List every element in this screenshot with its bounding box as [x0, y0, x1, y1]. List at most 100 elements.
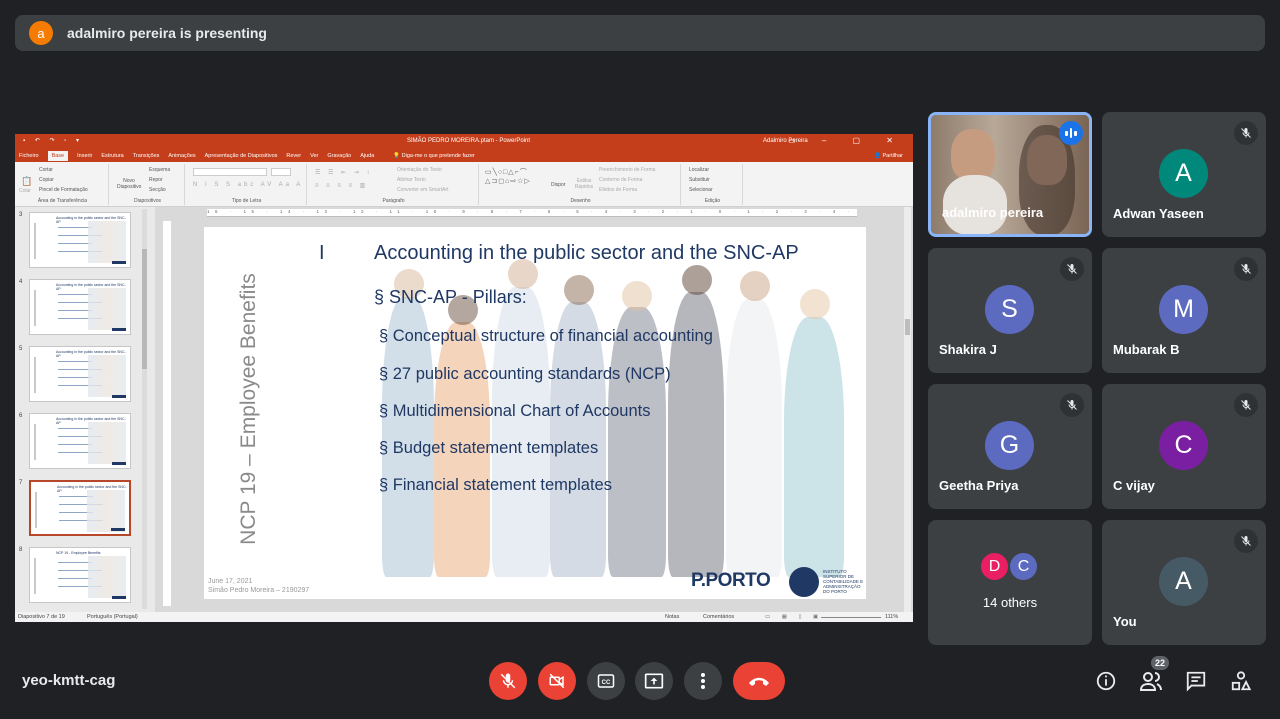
- participant-tile-you[interactable]: A You: [1102, 520, 1266, 645]
- thumbnail-number: 5: [19, 346, 23, 352]
- speaking-indicator-icon: [1059, 121, 1083, 145]
- avatar: S: [985, 285, 1034, 334]
- chat-button[interactable]: [1183, 668, 1209, 694]
- slide-thumbnail[interactable]: Accounting in the public sector and the …: [29, 346, 131, 402]
- font-group-label: Tipo de Letra: [231, 198, 262, 204]
- slide-thumbnail[interactable]: Accounting in the public sector and the …: [29, 413, 131, 469]
- thumbnail-graphic: [112, 328, 126, 331]
- tab-base: Base: [47, 150, 69, 161]
- camera-toggle-button[interactable]: [538, 662, 576, 700]
- figure-6-head: [682, 265, 712, 295]
- tab-animacoes: Animações: [168, 152, 196, 159]
- slide-thumbnail[interactable]: Accounting in the public sector and the …: [29, 480, 131, 536]
- text-direction-label: Orientação do Texto: [397, 167, 442, 173]
- pporto-emblem-icon: [789, 567, 819, 597]
- slide-thumbnail[interactable]: Accounting in the public sector and the …: [29, 212, 131, 268]
- tab-apresentacao: Apresentação de Diapositivos: [204, 152, 278, 159]
- presenting-text: adalmiro pereira is presenting: [67, 25, 267, 41]
- people-button[interactable]: [1138, 668, 1164, 694]
- thumbnail-text-line: [58, 243, 92, 244]
- meeting-info-button[interactable]: [1093, 668, 1119, 694]
- editor-scroll-thumb: [905, 319, 910, 335]
- slide-footer: June 17, 2021 Simão Pedro Moreira – 2190…: [208, 577, 309, 595]
- copy-label: Copiar: [39, 177, 54, 183]
- thumbnail-number: 8: [19, 547, 23, 553]
- participant-count-badge: 22: [1151, 656, 1169, 670]
- more-options-button[interactable]: [684, 662, 722, 700]
- editing-group-label: Edição: [704, 198, 721, 204]
- participant-tile-shakira[interactable]: S Shakira J: [928, 248, 1092, 373]
- thumbnail-text-line: [58, 377, 92, 378]
- avatar: A: [1159, 149, 1208, 198]
- editor-scrollbar: [904, 207, 911, 612]
- avatar: A: [1159, 557, 1208, 606]
- mic-toggle-button[interactable]: [489, 662, 527, 700]
- ppt-title-bar: ▪ ↶ ↷ ▫ ▾ SIMÃO PEDRO MOREIRA.ptam - Pow…: [15, 134, 913, 149]
- thumbnail-text-line: [58, 227, 92, 228]
- slide-thumbnail-pane: 3 Accounting in the public sector and the…: [15, 207, 155, 612]
- thumbnail-number: 7: [19, 480, 23, 486]
- participant-name: C vijay: [1113, 478, 1155, 493]
- horizontal-ruler: 16 · 15 · 14 · 13 · 12 · 11 · 10 · 9 · 8…: [207, 209, 857, 217]
- thumbnail-scroll-thumb: [142, 249, 147, 369]
- mic-off-icon: [1060, 257, 1084, 281]
- others-tile[interactable]: D C 14 others: [928, 520, 1092, 645]
- thumbnail-text-line: [58, 310, 92, 311]
- new-slide-label: Novo Diapositivo: [117, 178, 142, 190]
- font-group: N I S S abc AV Aa A Tipo de Letra: [187, 164, 307, 205]
- captions-button[interactable]: CC: [587, 662, 625, 700]
- participant-name: Shakira J: [939, 342, 997, 357]
- info-icon: [1096, 671, 1116, 691]
- slide-count: Diapositivo 7 de 19: [18, 614, 65, 620]
- presenting-banner: a adalmiro pereira is presenting: [15, 15, 1265, 51]
- participant-tile-geetha[interactable]: G Geetha Priya: [928, 384, 1092, 509]
- participant-tile-adwan[interactable]: A Adwan Yaseen: [1102, 112, 1266, 237]
- thumbnail-graphic: [88, 221, 126, 263]
- slide-bullet: § 27 public accounting standards (NCP): [379, 365, 671, 383]
- people-icon: [1139, 672, 1162, 691]
- thumbnail-graphic: [88, 422, 126, 464]
- participant-name: You: [1113, 614, 1137, 629]
- tab-rever: Rever: [286, 152, 302, 159]
- tell-me-box: 💡 Diga-me o que pretende fazer: [393, 152, 475, 159]
- smartart-label: Converter em SmartArt: [397, 187, 449, 193]
- paragraph-group: ☰ ☰ ⇤ ⇥ ↕ ≡ ≡ ≡ ≡ ▥ Orientação do Texto …: [309, 164, 479, 205]
- figure-5-head: [622, 281, 652, 311]
- present-screen-button[interactable]: [635, 662, 673, 700]
- more-vert-icon: [701, 673, 705, 689]
- activities-button[interactable]: [1228, 668, 1254, 694]
- participant-tile-mubarak[interactable]: M Mubarak B: [1102, 248, 1266, 373]
- slide-thumbnail[interactable]: Accounting in the public sector and the …: [29, 279, 131, 335]
- thumbnail-graphic: [112, 462, 126, 465]
- thumbnail-graphic: [112, 596, 126, 599]
- share-button: 👤 Partilhar: [874, 152, 903, 159]
- ppt-ribbon: 📋 Colar Cortar Copiar Pincel de Formataç…: [15, 162, 913, 207]
- paste-label: Colar: [19, 188, 31, 194]
- mic-off-icon: [1234, 529, 1258, 553]
- participant-tile-adalmiro[interactable]: adalmiro pereira: [928, 112, 1092, 237]
- slide-editor: 16 · 15 · 14 · 13 · 12 · 11 · 10 · 9 · 8…: [155, 207, 913, 612]
- ppt-window-title: SIMÃO PEDRO MOREIRA.ptam - PowerPoint: [407, 138, 531, 144]
- shape-outline-label: Contorno de Forma: [599, 177, 643, 183]
- font-name-input: [193, 168, 267, 176]
- ppt-workspace: 3 Accounting in the public sector and the…: [15, 207, 913, 612]
- pporto-logo: P.PORTO: [691, 570, 771, 591]
- thumbnail-text-line: [58, 361, 92, 362]
- presenter-avatar: a: [29, 21, 53, 45]
- thumbnail-graphic: [88, 355, 126, 397]
- leave-call-button[interactable]: [733, 662, 785, 700]
- slides-group: Novo Diapositivo Esquema Repor Secção Di…: [111, 164, 185, 205]
- meeting-code: yeo-kmtt-cag: [22, 672, 116, 689]
- thumbnail-text-line: [58, 294, 92, 295]
- tab-transicoes: Transições: [132, 152, 160, 159]
- participant-tile-cvijay[interactable]: C C vijay: [1102, 384, 1266, 509]
- slide-bullet: § Multidimensional Chart of Accounts: [379, 402, 651, 420]
- figure-5: [608, 307, 666, 577]
- ppt-status-bar: Diapositivo 7 de 19 Português (Portugal)…: [15, 612, 913, 622]
- thumbnail-number: 6: [19, 413, 23, 419]
- slide-thumbnail[interactable]: NCP 19 - Employee Benefits: [29, 547, 131, 603]
- vertical-ruler: [163, 221, 171, 606]
- svg-text:CC: CC: [602, 680, 611, 686]
- thumbnail-scrollbar: [142, 209, 147, 609]
- tab-gravacao: Gravação: [327, 152, 352, 159]
